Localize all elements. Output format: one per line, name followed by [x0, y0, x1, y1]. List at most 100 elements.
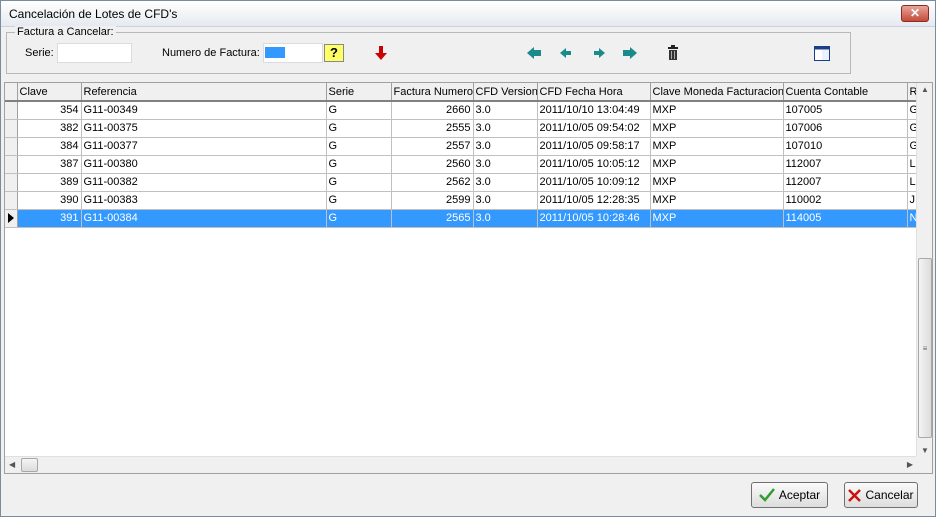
table-cell[interactable]: G11-00380: [81, 155, 327, 174]
table-cell[interactable]: 3.0: [473, 155, 538, 174]
close-button[interactable]: ✕: [901, 5, 929, 22]
table-cell[interactable]: 2557: [391, 137, 474, 156]
table-cell[interactable]: MXP: [650, 191, 784, 210]
table-cell[interactable]: G11-00377: [81, 137, 327, 156]
table-cell[interactable]: G: [326, 119, 392, 138]
table-cell[interactable]: G: [326, 101, 392, 120]
column-header[interactable]: CFD Fecha Hora: [537, 83, 651, 102]
table-cell[interactable]: 2011/10/05 10:28:46: [537, 209, 651, 228]
table-cell[interactable]: 2565: [391, 209, 474, 228]
vertical-scroll-thumb[interactable]: ≡: [918, 258, 932, 438]
serie-input[interactable]: [57, 43, 132, 63]
scroll-left-icon[interactable]: ◀: [9, 460, 15, 469]
table-cell[interactable]: MXP: [650, 101, 784, 120]
table-cell[interactable]: G: [326, 191, 392, 210]
table-cell[interactable]: 390: [17, 191, 82, 210]
vertical-scrollbar[interactable]: ▲ ≡ ▼: [916, 83, 932, 457]
table-cell[interactable]: 387: [17, 155, 82, 174]
table-cell[interactable]: 354: [17, 101, 82, 120]
table-cell[interactable]: MXP: [650, 137, 784, 156]
down-arrow-icon[interactable]: [372, 44, 390, 62]
first-icon[interactable]: [525, 44, 543, 62]
table-cell[interactable]: G11-00383: [81, 191, 327, 210]
next-icon[interactable]: [590, 44, 608, 62]
table-row[interactable]: 387 G11-00380 G 2560 3.0 2011/10/05 10:05:12 M…: [5, 155, 918, 174]
table-cell[interactable]: 2011/10/05 09:58:17: [537, 137, 651, 156]
table-cell[interactable]: 3.0: [473, 137, 538, 156]
table-cell[interactable]: 3.0: [473, 173, 538, 192]
table-cell[interactable]: 382: [17, 119, 82, 138]
column-header[interactable]: Clave: [17, 83, 82, 102]
table-cell[interactable]: G: [326, 155, 392, 174]
table-cell[interactable]: G: [326, 137, 392, 156]
scroll-up-icon[interactable]: ▲: [921, 85, 929, 94]
horizontal-scrollbar[interactable]: ◀ ▶: [5, 456, 917, 473]
table-row[interactable]: 391 G11-00384 G 2565 3.0 2011/10/05 10:28:46 M…: [5, 209, 918, 228]
row-indicator[interactable]: [5, 173, 18, 192]
table-cell[interactable]: 107006: [783, 119, 908, 138]
column-header[interactable]: Clave Moneda Facturacion: [650, 83, 784, 102]
table-cell[interactable]: 2011/10/05 10:05:12: [537, 155, 651, 174]
last-icon[interactable]: [621, 44, 639, 62]
table-cell[interactable]: 112007: [783, 155, 908, 174]
table-row[interactable]: 354 G11-00349 G 2660 3.0 2011/10/10 13:04:49 M…: [5, 101, 918, 120]
table-cell[interactable]: 112007: [783, 173, 908, 192]
scroll-right-icon[interactable]: ▶: [907, 460, 913, 469]
table-cell[interactable]: 2011/10/10 13:04:49: [537, 101, 651, 120]
lotes-grid[interactable]: Clave Referencia Serie Factura Numero CF…: [4, 82, 933, 474]
table-cell[interactable]: 2011/10/05 09:54:02: [537, 119, 651, 138]
cancel-button[interactable]: Cancelar: [844, 482, 918, 508]
table-cell[interactable]: 3.0: [473, 119, 538, 138]
table-cell[interactable]: 2011/10/05 12:28:35: [537, 191, 651, 210]
row-indicator[interactable]: [5, 209, 18, 228]
table-row[interactable]: 390 G11-00383 G 2599 3.0 2011/10/05 12:28:35 M…: [5, 191, 918, 210]
accept-button[interactable]: Aceptar: [751, 482, 828, 508]
table-cell[interactable]: 389: [17, 173, 82, 192]
row-indicator[interactable]: [5, 101, 18, 120]
table-cell[interactable]: MXP: [650, 173, 784, 192]
table-cell[interactable]: 107005: [783, 101, 908, 120]
table-row[interactable]: 384 G11-00377 G 2557 3.0 2011/10/05 09:58:17 M…: [5, 137, 918, 156]
table-cell[interactable]: 3.0: [473, 101, 538, 120]
table-cell[interactable]: G11-00375: [81, 119, 327, 138]
table-cell[interactable]: G11-00349: [81, 101, 327, 120]
table-row[interactable]: 389 G11-00382 G 2562 3.0 2011/10/05 10:09:12 M…: [5, 173, 918, 192]
table-cell[interactable]: 3.0: [473, 209, 538, 228]
row-indicator[interactable]: [5, 137, 18, 156]
table-cell[interactable]: MXP: [650, 119, 784, 138]
column-header[interactable]: Cuenta Contable: [783, 83, 908, 102]
scroll-down-icon[interactable]: ▼: [921, 446, 929, 455]
panel-icon[interactable]: [813, 44, 831, 62]
table-cell[interactable]: MXP: [650, 209, 784, 228]
table-cell[interactable]: 2599: [391, 191, 474, 210]
table-cell[interactable]: 384: [17, 137, 82, 156]
table-cell[interactable]: 2011/10/05 10:09:12: [537, 173, 651, 192]
table-cell[interactable]: 114005: [783, 209, 908, 228]
table-cell[interactable]: 391: [17, 209, 82, 228]
horizontal-scroll-thumb[interactable]: [21, 458, 38, 472]
table-row[interactable]: 382 G11-00375 G 2555 3.0 2011/10/05 09:54:02 M…: [5, 119, 918, 138]
table-cell[interactable]: G11-00384: [81, 209, 327, 228]
row-indicator[interactable]: [5, 191, 18, 210]
column-header[interactable]: CFD Version: [473, 83, 538, 102]
table-cell[interactable]: 2560: [391, 155, 474, 174]
table-cell[interactable]: 107010: [783, 137, 908, 156]
prev-icon[interactable]: [557, 44, 575, 62]
row-indicator[interactable]: [5, 155, 18, 174]
column-header[interactable]: Factura Numero: [391, 83, 474, 102]
table-cell[interactable]: 3.0: [473, 191, 538, 210]
column-header[interactable]: Serie: [326, 83, 392, 102]
numero-factura-input[interactable]: [263, 43, 323, 63]
table-cell[interactable]: 2660: [391, 101, 474, 120]
trash-icon[interactable]: [664, 44, 682, 62]
help-icon[interactable]: ?: [324, 44, 344, 62]
table-cell[interactable]: 2555: [391, 119, 474, 138]
table-cell[interactable]: G11-00382: [81, 173, 327, 192]
table-cell[interactable]: G: [326, 209, 392, 228]
table-cell[interactable]: 110002: [783, 191, 908, 210]
table-cell[interactable]: 2562: [391, 173, 474, 192]
row-indicator[interactable]: [5, 119, 18, 138]
column-header[interactable]: Referencia: [81, 83, 327, 102]
table-cell[interactable]: MXP: [650, 155, 784, 174]
table-cell[interactable]: G: [326, 173, 392, 192]
